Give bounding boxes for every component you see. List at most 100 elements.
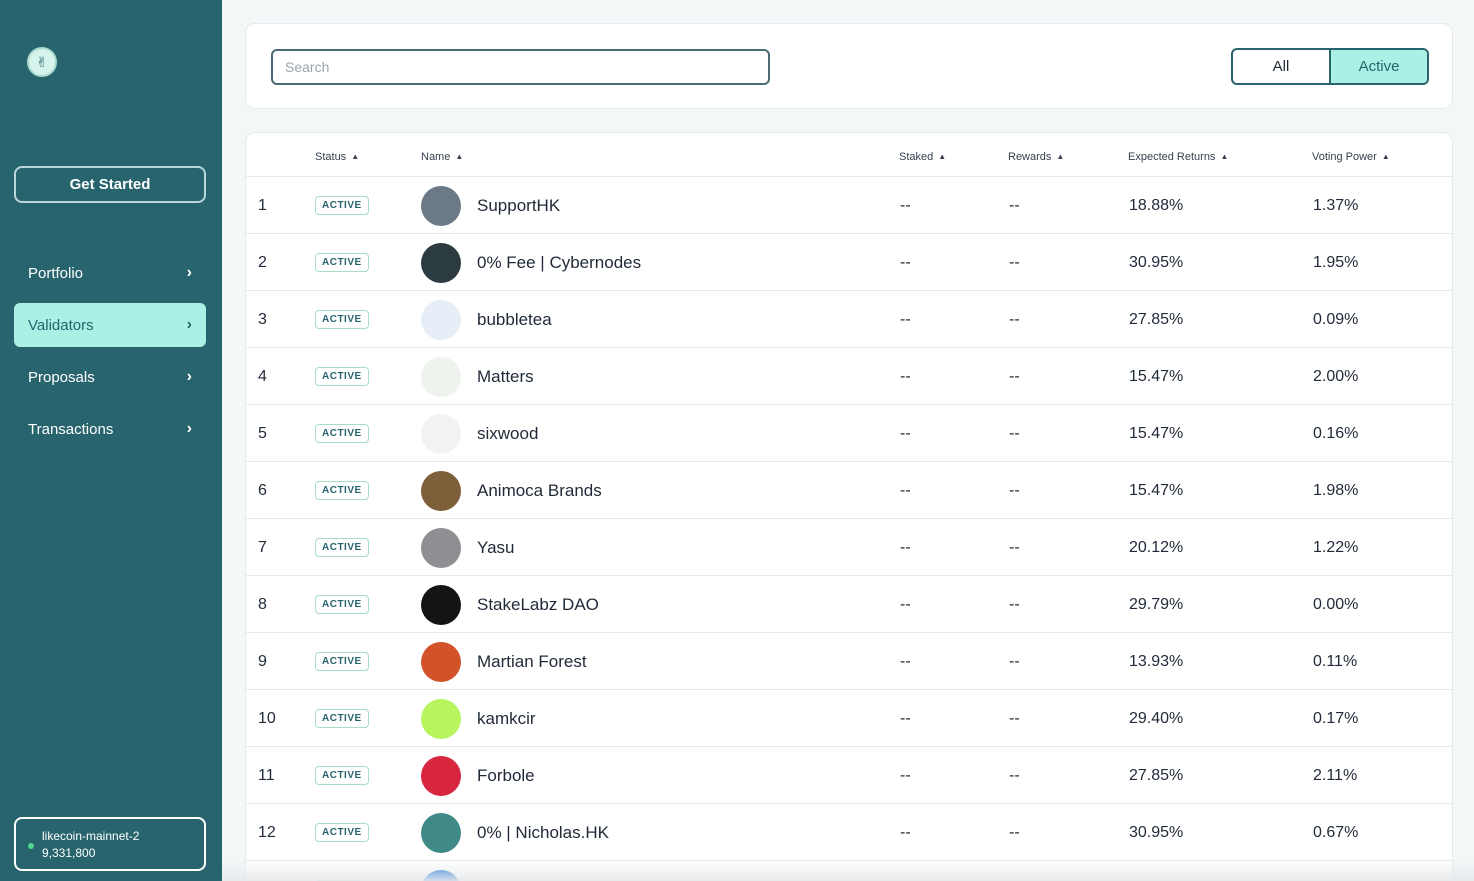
sidebar-item-proposals[interactable]: Proposals ›	[14, 355, 206, 399]
voting-power-value: 0.67%	[1313, 823, 1359, 841]
hands-logo-icon[interactable]: ✌	[27, 47, 57, 77]
row-index: 2	[258, 253, 267, 271]
rewards-value: --	[1009, 709, 1020, 727]
rewards-value: --	[1009, 481, 1020, 499]
table-row[interactable]: 9 ACTIVE Martian Forest -- -- 13.93% 0.11%	[246, 633, 1452, 690]
sidebar-item-transactions[interactable]: Transactions ›	[14, 407, 206, 451]
validator-name-cell[interactable]: Animoca Brands	[421, 462, 602, 519]
table-row[interactable]: 5 ACTIVE sixwood -- -- 15.47% 0.16%	[246, 405, 1452, 462]
expected-returns-value: 15.47%	[1129, 424, 1184, 442]
validator-avatar	[421, 755, 461, 796]
sidebar: ✌ Get Started Portfolio › Validators › P…	[0, 0, 222, 881]
expected-returns-value: 13.93%	[1129, 652, 1184, 670]
validator-name: Yasu	[477, 537, 515, 557]
validator-name: 0% | Nicholas.HK	[477, 822, 609, 842]
validator-name-cell[interactable]: Yasu	[421, 519, 515, 576]
validator-name-cell[interactable]: 0% Fee | Cybernodes	[421, 234, 641, 291]
staked-value: --	[900, 310, 911, 328]
validator-name-cell[interactable]: StakeLabz DAO	[421, 576, 599, 633]
chevron-right-icon: ›	[186, 316, 192, 333]
sidebar-item-label: Transactions	[28, 420, 114, 438]
status-cell: ACTIVE	[315, 348, 369, 405]
column-header-label: Voting Power	[1312, 151, 1377, 163]
sidebar-item-portfolio[interactable]: Portfolio ›	[14, 251, 206, 295]
status-badge: ACTIVE	[315, 538, 369, 557]
table-row[interactable]: 7 ACTIVE Yasu -- -- 20.12% 1.22%	[246, 519, 1452, 576]
expected-returns-value: 15.47%	[1129, 481, 1184, 499]
rewards-value: --	[1009, 424, 1020, 442]
status-cell: ACTIVE	[315, 747, 369, 804]
get-started-button[interactable]: Get Started	[14, 166, 206, 203]
expected-returns-value: 15.47%	[1129, 367, 1184, 385]
validator-name-cell[interactable]: sixwood	[421, 405, 538, 462]
table-row[interactable]: 4 ACTIVE Matters -- -- 15.47% 2.00%	[246, 348, 1452, 405]
status-badge: ACTIVE	[315, 823, 369, 842]
column-header-name[interactable]: Name ▲	[421, 151, 463, 163]
status-cell: ACTIVE	[315, 234, 369, 291]
rewards-value: --	[1009, 766, 1020, 784]
voting-power-value: 1.37%	[1313, 196, 1359, 214]
voting-power-value: 0.09%	[1313, 310, 1359, 328]
voting-power-value: 0.11%	[1313, 652, 1358, 670]
sidebar-item-validators[interactable]: Validators ›	[14, 303, 206, 347]
filter-active-button[interactable]: Active	[1329, 50, 1427, 83]
status-badge: ACTIVE	[315, 424, 369, 443]
network-name: likecoin-mainnet-2	[42, 829, 140, 843]
table-row[interactable]: 3 ACTIVE bubbletea -- -- 27.85% 0.09%	[246, 291, 1452, 348]
validator-name-cell[interactable]: bubbletea	[421, 291, 552, 348]
status-cell: ACTIVE	[315, 690, 369, 747]
validator-avatar	[421, 299, 461, 340]
expected-returns-value: 30.95%	[1129, 253, 1184, 271]
validator-avatar	[421, 470, 461, 511]
expected-returns-value: 27.85%	[1129, 766, 1184, 784]
column-header-status[interactable]: Status ▲	[315, 151, 359, 163]
sidebar-item-label: Proposals	[28, 368, 95, 386]
row-index: 4	[258, 367, 267, 385]
voting-power-value: 0.17%	[1313, 709, 1359, 727]
validator-name-cell[interactable]: 0% | Nicholas.HK	[421, 804, 609, 861]
rewards-value: --	[1009, 595, 1020, 613]
expected-returns-value: 20.12%	[1129, 538, 1184, 556]
status-badge: ACTIVE	[315, 595, 369, 614]
search-input[interactable]	[271, 49, 770, 85]
sort-asc-icon: ▲	[1056, 152, 1065, 161]
expected-returns-value: 27.85%	[1129, 310, 1184, 328]
network-status[interactable]: likecoin-mainnet-2 9,331,800	[14, 817, 206, 871]
voting-power-value: 2.00%	[1313, 367, 1359, 385]
validator-name-cell[interactable]: Forbole	[421, 747, 535, 804]
filter-all-button[interactable]: All	[1233, 50, 1329, 83]
column-header-label: Staked	[899, 151, 934, 163]
validator-name-cell[interactable]: kamkcir	[421, 690, 536, 747]
staked-value: --	[900, 766, 911, 784]
validator-name: 0% Fee | Cybernodes	[477, 252, 642, 272]
row-index: 10	[258, 709, 276, 727]
validator-name-cell[interactable]: SupportHK	[421, 177, 560, 234]
validator-name-cell[interactable]: Martian Forest	[421, 633, 587, 690]
table-row[interactable]: 2 ACTIVE 0% Fee | Cybernodes -- -- 30.95% 1.95…	[246, 234, 1452, 291]
table-row[interactable]: 12 ACTIVE 0% | Nicholas.HK -- -- 30.95% 0.67%	[246, 804, 1452, 861]
status-cell: ACTIVE	[315, 519, 369, 576]
staked-value: --	[900, 481, 911, 499]
table-row[interactable]: 8 ACTIVE StakeLabz DAO -- -- 29.79% 0.00%	[246, 576, 1452, 633]
column-header-expected-returns[interactable]: Expected Returns ▲	[1128, 151, 1228, 163]
column-header-rewards[interactable]: Rewards ▲	[1008, 151, 1064, 163]
sort-asc-icon: ▲	[938, 152, 947, 161]
validator-name-cell[interactable]: Matters	[421, 348, 534, 405]
column-header-label: Expected Returns	[1128, 151, 1216, 163]
voting-power-value: 2.11%	[1313, 766, 1358, 784]
column-header-voting-power[interactable]: Voting Power ▲	[1312, 151, 1390, 163]
table-row[interactable]: 6 ACTIVE Animoca Brands -- -- 15.47% 1.98%	[246, 462, 1452, 519]
voting-power-value: 0.00%	[1313, 595, 1359, 613]
column-header-staked[interactable]: Staked ▲	[899, 151, 946, 163]
staked-value: --	[900, 196, 911, 214]
validator-name: SupportHK	[477, 195, 561, 215]
validator-avatar	[421, 242, 461, 283]
chevron-right-icon: ›	[186, 368, 192, 385]
table-row[interactable]: 11 ACTIVE Forbole -- -- 27.85% 2.11%	[246, 747, 1452, 804]
staked-value: --	[900, 367, 911, 385]
row-index: 1	[258, 196, 267, 214]
validators-table: Status ▲ Name ▲ Staked ▲ Rewards ▲ Expected …	[245, 132, 1453, 881]
table-row[interactable]: 10 ACTIVE kamkcir -- -- 29.40% 0.17%	[246, 690, 1452, 747]
table-row[interactable]: 1 ACTIVE SupportHK -- -- 18.88% 1.37%	[246, 177, 1452, 234]
validator-name: kamkcir	[477, 708, 536, 728]
